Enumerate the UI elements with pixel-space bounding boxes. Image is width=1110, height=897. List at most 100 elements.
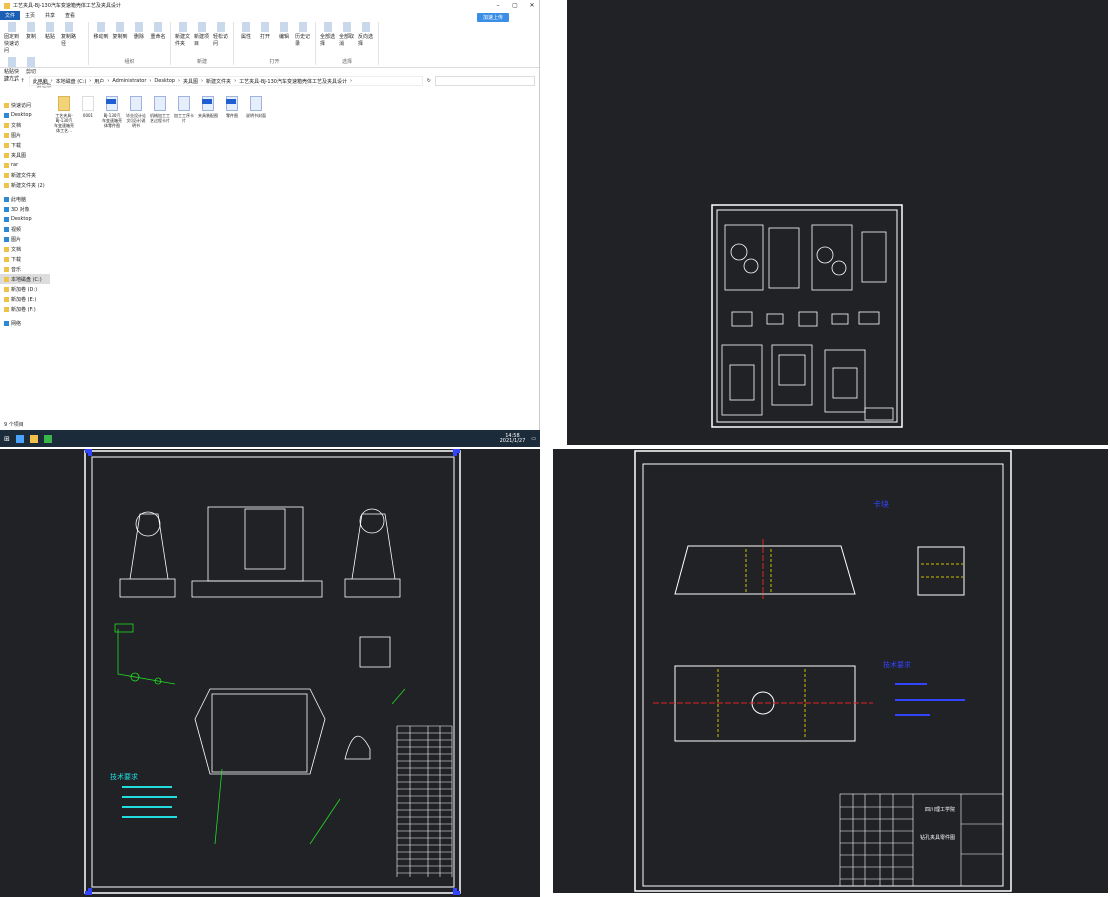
ribbon-button-icon <box>299 22 307 32</box>
file-item[interactable]: 机械加工工艺过程卡片 <box>150 96 170 123</box>
nav-item[interactable]: 网络 <box>0 318 50 328</box>
ribbon-button[interactable]: 新建项目 <box>194 22 210 47</box>
nav-item[interactable]: 文档 <box>0 120 50 130</box>
drawing-name: 钻孔夹具零件图 <box>920 834 955 841</box>
file-explorer-icon[interactable] <box>29 434 38 443</box>
nav-item[interactable]: 新加卷 (E:) <box>0 294 50 304</box>
ribbon-button[interactable]: 轻松访问 <box>213 22 229 47</box>
forward-icon[interactable]: → <box>12 78 16 84</box>
ribbon-button[interactable]: 删除 <box>131 22 147 40</box>
nav-item-icon <box>4 216 9 222</box>
ribbon-button-label: 属性 <box>240 34 251 40</box>
breadcrumb-item[interactable]: Administrator <box>112 78 146 84</box>
nav-item[interactable]: 本地磁盘 (C:) <box>0 274 50 284</box>
tab-home[interactable]: 主页 <box>20 11 40 20</box>
ribbon-button[interactable]: 新建文件夹 <box>175 22 191 47</box>
nav-item[interactable]: 文档 <box>0 244 50 254</box>
nav-item-icon <box>4 196 9 202</box>
nav-item[interactable]: 视频 <box>0 224 50 234</box>
maximize-button[interactable]: ▢ <box>508 2 522 9</box>
nav-item[interactable]: 3D 对象 <box>0 204 50 214</box>
ribbon-button[interactable]: 全部选择 <box>320 22 336 47</box>
file-item[interactable]: 零件图 <box>222 96 242 118</box>
ribbon-tabs: 文件 主页 共享 查看 <box>0 11 539 20</box>
nav-item-label: 下载 <box>11 142 22 149</box>
file-item[interactable]: 工艺夹具-BJ-130汽车变速箱壳体工艺... <box>54 96 74 133</box>
breadcrumb-item[interactable]: 工艺夹具-BJ-130汽车变速箱壳体工艺及夹具设计 <box>239 78 347 85</box>
ribbon-button-icon <box>8 22 16 32</box>
breadcrumb-item[interactable]: Desktop <box>154 78 175 84</box>
breadcrumb-item[interactable]: 用户 <box>94 78 104 85</box>
upload-button[interactable]: 加速上传 <box>476 13 509 22</box>
clock[interactable]: 14:58 2021/1/27 <box>500 433 526 444</box>
ribbon-button-label: 复制 <box>25 34 36 40</box>
ribbon-button[interactable]: 全部取消 <box>339 22 355 47</box>
nav-item[interactable]: 下载 <box>0 254 50 264</box>
file-item[interactable]: BJ-130汽车变速箱壳体零件图 <box>102 96 122 128</box>
browser-icon[interactable] <box>15 434 24 443</box>
tab-view[interactable]: 查看 <box>60 11 80 20</box>
ribbon-button[interactable]: 打开 <box>257 22 273 47</box>
nav-item-icon <box>4 286 9 292</box>
nav-item-label: 新建文件夹 <box>11 172 37 179</box>
drawing-border <box>634 450 1012 892</box>
file-name: 0001 <box>82 113 94 118</box>
breadcrumb-item[interactable]: 夹具图 <box>183 78 198 85</box>
nav-item[interactable]: Desktop <box>0 110 50 120</box>
ribbon: 固定到快速访问 复制 粘贴 复制路径 粘贴快捷方式 剪切 剪贴板 移动到 复制到 删除 重命名 组织新… <box>0 20 539 89</box>
cad-viewport-assembly-drawing[interactable]: 技术要求 <box>0 449 540 897</box>
nav-item[interactable]: 新加卷 (F:) <box>0 304 50 314</box>
nav-item[interactable]: 新建文件夹 <box>0 170 50 180</box>
ribbon-button[interactable]: 固定到快速访问 <box>4 22 20 54</box>
nav-item[interactable]: 快速访问 <box>0 100 50 110</box>
minimize-button[interactable]: – <box>491 2 505 9</box>
file-item[interactable]: 夹具装配图 <box>198 96 218 118</box>
ribbon-group-label: 组织 <box>124 59 135 65</box>
refresh-icon[interactable]: ↻ <box>427 78 431 84</box>
search-input[interactable] <box>435 76 535 86</box>
ribbon-button[interactable]: 编辑 <box>276 22 292 47</box>
nav-item[interactable]: 新建文件夹 (2) <box>0 180 50 190</box>
ribbon-button[interactable]: 复制 <box>23 22 39 54</box>
nav-item[interactable]: Desktop <box>0 214 50 224</box>
ribbon-button[interactable]: 粘贴 <box>42 22 58 54</box>
nav-item[interactable]: 图片 <box>0 234 50 244</box>
center-lines <box>653 539 873 704</box>
file-item[interactable]: 加工工序卡片 <box>174 96 194 123</box>
breadcrumb-item[interactable]: 本地磁盘 (C:) <box>56 78 87 85</box>
ribbon-button-icon <box>27 57 35 67</box>
nav-item[interactable]: 音乐 <box>0 264 50 274</box>
breadcrumb-item[interactable]: 此电脑 <box>33 78 48 85</box>
ribbon-button[interactable]: 移动到 <box>93 22 109 40</box>
nav-item[interactable]: 新加卷 (D:) <box>0 284 50 294</box>
nav-item[interactable]: 此电脑 <box>0 194 50 204</box>
nav-item[interactable]: 夹具图 <box>0 150 50 160</box>
ribbon-button[interactable]: 属性 <box>238 22 254 47</box>
file-item[interactable]: 毕业设计论文(设计)说明书 <box>126 96 146 128</box>
back-icon[interactable]: ← <box>4 78 8 84</box>
tab-share[interactable]: 共享 <box>40 11 60 20</box>
app-icon[interactable] <box>43 434 52 443</box>
ribbon-button[interactable]: 历史记录 <box>295 22 311 47</box>
close-button[interactable]: ✕ <box>525 2 539 9</box>
notification-icon[interactable]: ▭ <box>531 436 536 442</box>
ribbon-button[interactable]: 反向选择 <box>358 22 374 47</box>
cad-viewport-part-drawing[interactable] <box>567 0 1108 445</box>
file-item[interactable]: 0001 <box>78 96 98 118</box>
up-icon[interactable]: ↑ <box>20 78 24 84</box>
windows-start-icon[interactable]: ⊞ <box>4 435 10 443</box>
ribbon-button[interactable]: 复制路径 <box>61 22 77 54</box>
assembly-notes <box>122 786 177 818</box>
tab-file[interactable]: 文件 <box>0 11 21 20</box>
nav-item[interactable]: rar <box>0 160 50 170</box>
file-item[interactable]: 说明书封面 <box>246 96 266 118</box>
ribbon-button[interactable]: 复制到 <box>112 22 128 40</box>
breadcrumb[interactable]: 此电脑 › 本地磁盘 (C:) › 用户 › Administrator › Desktop › 夹… <box>28 76 423 86</box>
chevron-right-icon: › <box>89 78 92 84</box>
nav-item[interactable]: 下载 <box>0 140 50 150</box>
ribbon-group: 全部选择 全部取消 反向选择 选择 <box>320 22 379 65</box>
ribbon-button[interactable]: 重命名 <box>150 22 166 40</box>
cad-viewport-block-drawing[interactable]: 卡块 技术要求 四川理工学院 钻孔夹具零件图 <box>553 449 1108 893</box>
nav-item[interactable]: 图片 <box>0 130 50 140</box>
breadcrumb-item[interactable]: 新建文件夹 <box>206 78 231 85</box>
